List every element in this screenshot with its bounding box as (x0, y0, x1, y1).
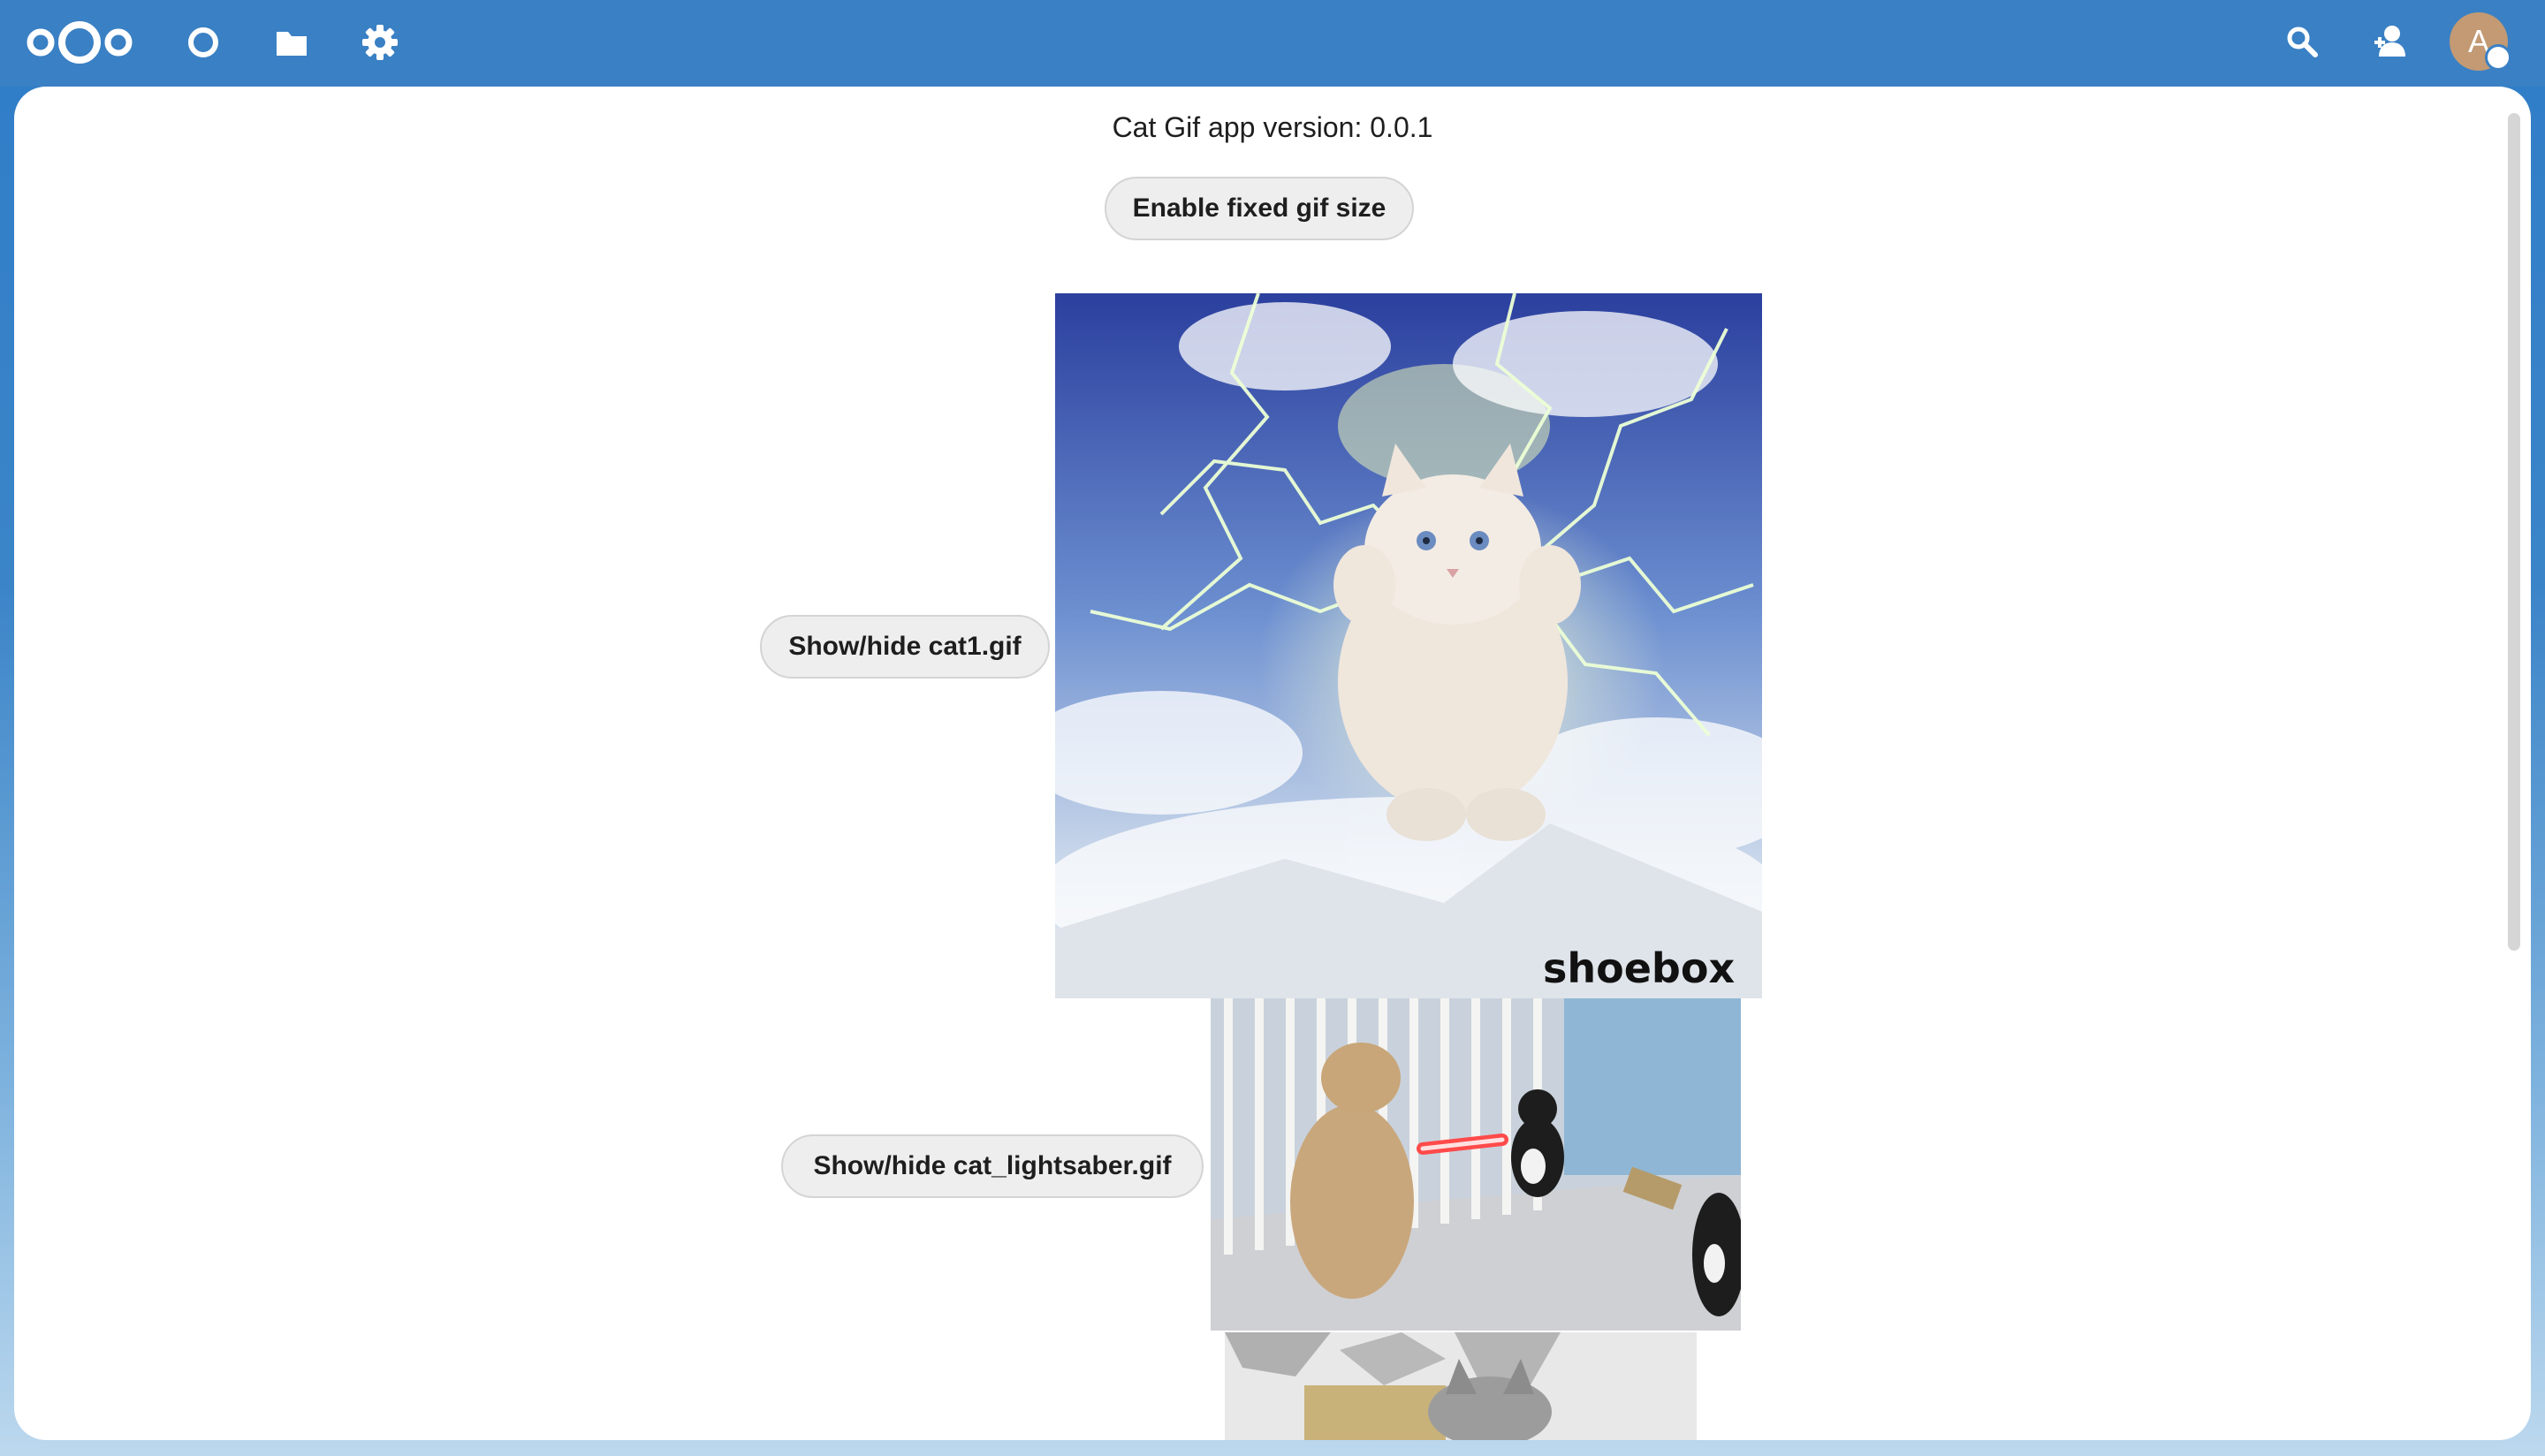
cat1-gif: shoebox (1055, 293, 1762, 998)
status-indicator (2485, 44, 2511, 71)
search-icon[interactable] (2280, 19, 2324, 64)
toggle-cat1-button[interactable]: Show/hide cat1.gif (760, 615, 1050, 679)
dashboard-icon[interactable] (182, 21, 224, 64)
app-version-text: Cat Gif app version: 0.0.1 (1112, 111, 1433, 143)
settings-icon[interactable] (359, 21, 401, 64)
shoebox-watermark: shoebox (1543, 944, 1735, 992)
cat-gif-3 (1225, 1332, 1697, 1440)
top-header: A (0, 0, 2545, 87)
contacts-icon[interactable] (2368, 19, 2412, 64)
cat-lightsaber-gif (1211, 998, 1741, 1331)
nextcloud-logo[interactable] (25, 19, 134, 65)
scrollbar[interactable] (2508, 113, 2520, 951)
toggle-cat-lightsaber-button[interactable]: Show/hide cat_lightsaber.gif (781, 1134, 1204, 1198)
enable-fixed-size-button[interactable]: Enable fixed gif size (1105, 177, 1414, 240)
app-content: Cat Gif app version: 0.0.1 Enable fixed … (14, 87, 2531, 1440)
files-icon[interactable] (270, 21, 313, 64)
